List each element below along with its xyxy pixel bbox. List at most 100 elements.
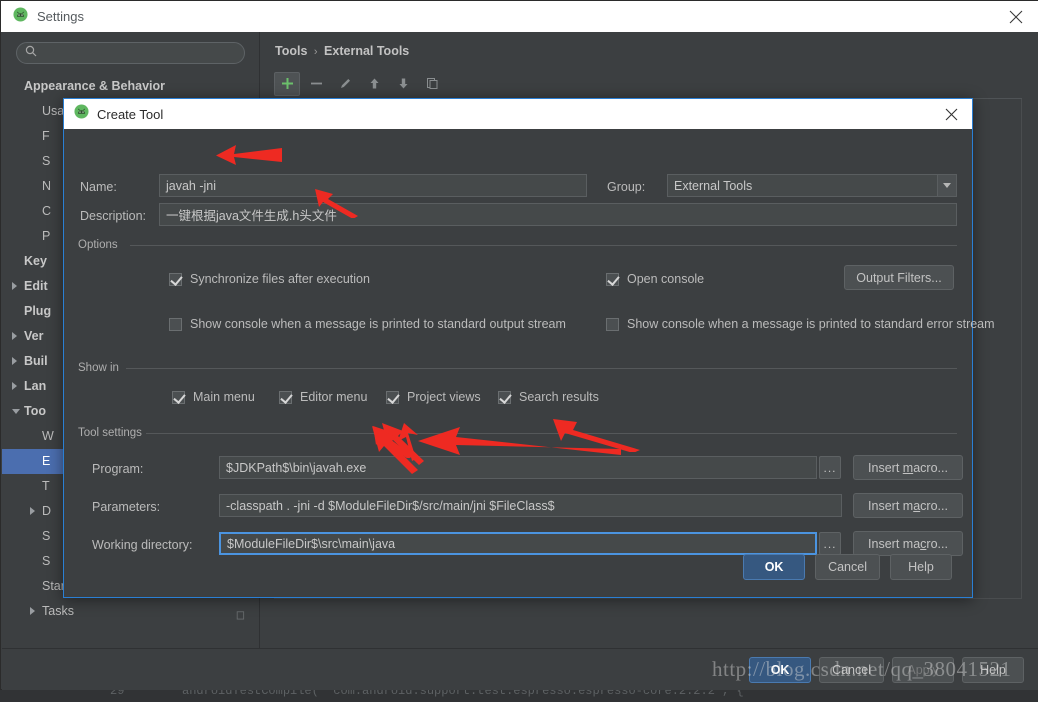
program-insert-macro-button[interactable]: Insert macro... bbox=[853, 455, 963, 480]
close-icon[interactable] bbox=[942, 105, 960, 123]
remove-tool-button[interactable] bbox=[303, 72, 329, 96]
chevron-down-icon[interactable] bbox=[12, 409, 20, 414]
sidebar-item-label: Plug bbox=[24, 304, 52, 318]
checkbox-label: Show console when a message is printed t… bbox=[627, 317, 995, 331]
description-input[interactable]: 一键根据java文件生成.h头文件 bbox=[159, 203, 957, 226]
chevron-down-icon[interactable] bbox=[937, 175, 956, 196]
chevron-right-icon[interactable] bbox=[12, 282, 17, 290]
checkbox-icon[interactable] bbox=[169, 272, 182, 286]
breadcrumb-leaf: External Tools bbox=[324, 44, 410, 58]
sidebar-item-label: Too bbox=[24, 404, 46, 418]
move-up-button[interactable] bbox=[361, 72, 387, 96]
copy-icon bbox=[234, 604, 245, 624]
watermark: http://blog.csdn.net/qq_38041521 bbox=[712, 657, 1012, 681]
dialog-ok-button[interactable]: OK bbox=[743, 554, 806, 580]
checkbox-icon[interactable] bbox=[169, 317, 182, 331]
checkbox-open-console[interactable]: Open console bbox=[606, 272, 704, 286]
show-in-group-separator bbox=[126, 368, 957, 369]
parameters-input[interactable]: -classpath . -jni -d $ModuleFileDir$/src… bbox=[219, 494, 842, 517]
checkbox-label: Editor menu bbox=[300, 390, 368, 404]
sidebar-item-label: Ver bbox=[24, 329, 44, 343]
working-directory-input[interactable]: $ModuleFileDir$\src\main\java bbox=[219, 532, 817, 555]
group-value: External Tools bbox=[674, 178, 753, 193]
tool-settings-group-title: Tool settings bbox=[78, 427, 142, 439]
parameters-insert-macro-button[interactable]: Insert macro... bbox=[853, 493, 963, 518]
show-in-group-title: Show in bbox=[78, 362, 119, 374]
chevron-right-icon[interactable] bbox=[12, 332, 17, 340]
parameters-label: Parameters: bbox=[92, 500, 161, 514]
breadcrumb-root[interactable]: Tools bbox=[275, 44, 307, 58]
program-browse-button[interactable]: ... bbox=[819, 456, 841, 479]
working-directory-insert-macro-button[interactable]: Insert macro... bbox=[853, 531, 963, 556]
chevron-right-icon[interactable] bbox=[30, 607, 35, 615]
sidebar-item[interactable]: Appearance & Behavior bbox=[2, 74, 259, 99]
checkbox-search-results[interactable]: Search results bbox=[498, 390, 599, 404]
sidebar-item[interactable]: Tasks bbox=[2, 599, 259, 624]
checkbox-project-views[interactable]: Project views bbox=[386, 390, 481, 404]
search-icon bbox=[25, 44, 37, 62]
move-down-button[interactable] bbox=[390, 72, 416, 96]
sidebar-item-label: W bbox=[42, 429, 54, 443]
sidebar-item-label: Tasks bbox=[42, 604, 74, 618]
checkbox-synchronize-files[interactable]: Synchronize files after execution bbox=[169, 272, 370, 286]
sidebar-item-label: C bbox=[42, 204, 52, 218]
checkbox-label: Main menu bbox=[193, 390, 255, 404]
checkbox-show-console-stdout[interactable]: Show console when a message is printed t… bbox=[169, 317, 566, 331]
checkbox-icon[interactable] bbox=[172, 390, 185, 404]
sidebar-item-label: S bbox=[42, 529, 51, 543]
working-directory-browse-button[interactable]: ... bbox=[819, 532, 841, 555]
sidebar-item-label: Key bbox=[24, 254, 47, 268]
group-label: Group: bbox=[607, 180, 646, 194]
output-filters-button[interactable]: Output Filters... bbox=[844, 265, 954, 290]
search-input[interactable] bbox=[16, 42, 245, 64]
name-label: Name: bbox=[80, 180, 117, 194]
settings-titlebar: Settings bbox=[1, 1, 1038, 32]
dialog-help-button[interactable]: Help bbox=[890, 554, 952, 580]
program-input[interactable]: $JDKPath$\bin\javah.exe bbox=[219, 456, 817, 479]
checkbox-label: Project views bbox=[407, 390, 481, 404]
sidebar-item-label: S bbox=[42, 154, 51, 168]
chevron-right-icon[interactable] bbox=[12, 357, 17, 365]
description-label: Description: bbox=[80, 209, 146, 223]
sidebar-item-label: E bbox=[42, 454, 51, 468]
settings-title: Settings bbox=[37, 9, 84, 24]
dialog-cancel-button[interactable]: Cancel bbox=[815, 554, 880, 580]
create-tool-dialog: Create Tool Name: javah -jni Group: Exte… bbox=[63, 98, 995, 598]
chevron-right-icon[interactable] bbox=[30, 507, 35, 515]
copy-tool-button[interactable] bbox=[419, 72, 445, 96]
android-studio-icon bbox=[13, 6, 28, 27]
add-tool-button[interactable] bbox=[274, 71, 300, 96]
sidebar-item-label: Appearance & Behavior bbox=[24, 79, 166, 93]
sidebar-item-label: Buil bbox=[24, 354, 48, 368]
checkbox-label: Open console bbox=[627, 272, 705, 286]
sidebar-item-label: P bbox=[42, 229, 51, 243]
checkbox-main-menu[interactable]: Main menu bbox=[172, 390, 255, 404]
checkbox-icon[interactable] bbox=[606, 317, 619, 331]
checkbox-editor-menu[interactable]: Editor menu bbox=[279, 390, 367, 404]
checkbox-show-console-stderr[interactable]: Show console when a message is printed t… bbox=[606, 317, 995, 331]
checkbox-label: Show console when a message is printed t… bbox=[190, 317, 566, 331]
sidebar-item-label: S bbox=[42, 554, 51, 568]
sidebar-item-label: D bbox=[42, 504, 52, 518]
options-group-title: Options bbox=[78, 239, 118, 251]
group-select[interactable]: External Tools bbox=[667, 174, 957, 197]
name-input[interactable]: javah -jni bbox=[159, 174, 587, 197]
dialog-titlebar: Create Tool bbox=[64, 99, 972, 129]
sidebar-item-label: F bbox=[42, 129, 50, 143]
program-label: Program: bbox=[92, 462, 144, 476]
breadcrumb: Tools › External Tools bbox=[275, 44, 409, 58]
checkbox-icon[interactable] bbox=[386, 390, 399, 404]
checkbox-icon[interactable] bbox=[606, 272, 619, 286]
chevron-right-icon[interactable] bbox=[12, 382, 17, 390]
sidebar-item-label: Lan bbox=[24, 379, 47, 393]
checkbox-icon[interactable] bbox=[279, 390, 292, 404]
checkbox-label: Search results bbox=[519, 390, 599, 404]
sidebar-item-label: Edit bbox=[24, 279, 48, 293]
search-field[interactable] bbox=[42, 45, 232, 61]
close-icon[interactable] bbox=[993, 1, 1038, 32]
dialog-body: Name: javah -jni Group: External Tools D… bbox=[64, 129, 995, 598]
options-group-separator bbox=[130, 245, 957, 246]
checkbox-icon[interactable] bbox=[498, 390, 511, 404]
screen: 29 androidTestCompile( 'com.android.supp… bbox=[0, 0, 1038, 702]
pencil-icon[interactable] bbox=[332, 72, 358, 96]
